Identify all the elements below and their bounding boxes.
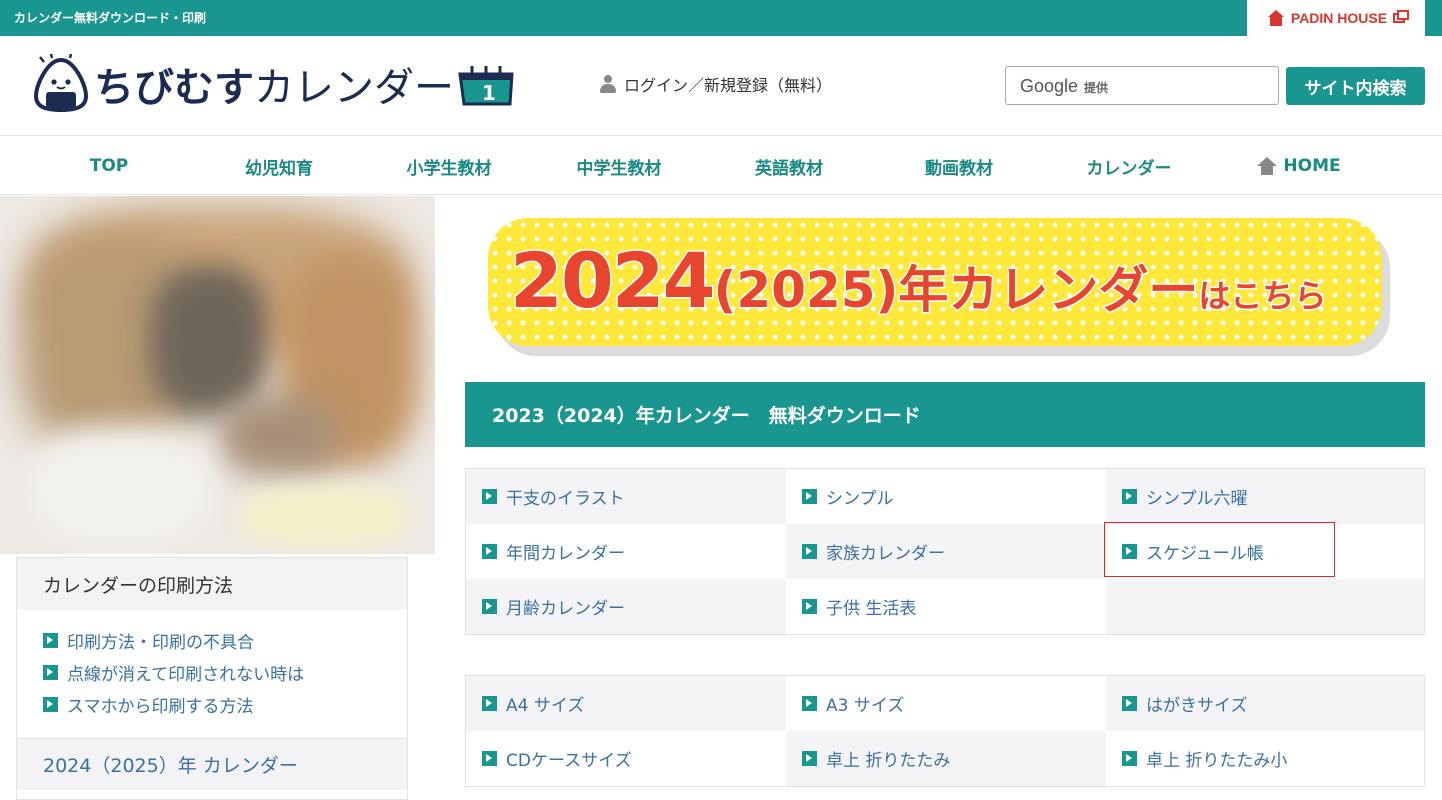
calendar-2024-link[interactable]: 2024（2025）年 カレンダー (17, 738, 407, 790)
site-logo[interactable]: ちびむすカレンダー 1 (30, 52, 514, 116)
arrow-right-icon (802, 544, 817, 559)
arrow-right-icon (802, 696, 817, 711)
nav-home-label: HOME (1283, 156, 1341, 176)
print-link-label: 印刷方法・印刷の不具合 (67, 632, 254, 653)
banner-year: 2024 (509, 235, 718, 327)
banner-tail: はこちら (1197, 276, 1328, 317)
calendar-2024-banner[interactable]: 2024(2025)年カレンダーはこちら (488, 218, 1396, 358)
nav-calendar[interactable]: カレンダー (1044, 137, 1214, 195)
banner-paren-year: (2025) (712, 260, 900, 321)
print-link-list: 印刷方法・印刷の不具合 点線が消えて印刷されない時は スマホから印刷する方法 (17, 610, 407, 720)
category-grid: 干支のイラスト シンプル シンプル六曜 年間カレンダー 家族カレンダー スケジュ… (465, 468, 1425, 635)
site-search-button[interactable]: サイト内検索 (1286, 67, 1425, 105)
arrow-right-icon (1122, 544, 1137, 559)
nav-infant[interactable]: 幼児知育 (194, 137, 364, 195)
top-bar: カレンダー無料ダウンロード・印刷 PADIN HOUSE (0, 0, 1442, 36)
size-label: CDケースサイズ (506, 751, 632, 771)
size-link[interactable]: CDケースサイズ (466, 731, 786, 786)
search-provider-suffix: 提供 (1084, 81, 1109, 95)
sidebar-photo (0, 196, 435, 554)
arrow-right-icon (43, 664, 58, 680)
logo-text: ちびむすカレンダー (94, 55, 454, 113)
category-link[interactable]: シンプル六曜 (1106, 469, 1424, 524)
category-link[interactable]: 子供 生活表 (786, 579, 1106, 634)
size-label: はがきサイズ (1146, 696, 1248, 716)
arrow-right-icon (43, 632, 58, 648)
category-label: 年間カレンダー (506, 544, 625, 564)
external-link-icon (1393, 10, 1410, 23)
arrow-right-icon (802, 599, 817, 614)
main-nav: TOP 幼児知育 小学生教材 中学生教材 英語教材 動画教材 カレンダー HOM… (0, 137, 1442, 195)
nav-home[interactable]: HOME (1214, 137, 1384, 195)
size-label: A3 サイズ (826, 696, 905, 716)
size-link[interactable]: A4 サイズ (466, 676, 786, 731)
arrow-right-icon (1122, 696, 1137, 711)
category-link-schedule-book[interactable]: スケジュール帳 (1106, 524, 1424, 579)
logo-bold-text: ちびむす (94, 65, 254, 111)
logo-light-text: カレンダー (254, 65, 454, 111)
calendar-icon: 1 (458, 66, 514, 106)
arrow-right-icon (802, 489, 817, 504)
arrow-right-icon (482, 696, 497, 711)
home-icon (1257, 157, 1278, 175)
category-link[interactable]: 年間カレンダー (466, 524, 786, 579)
category-label: シンプル (826, 489, 894, 509)
nav-junior-high[interactable]: 中学生教材 (534, 137, 704, 195)
category-label: 子供 生活表 (826, 599, 917, 619)
size-link[interactable]: はがきサイズ (1106, 676, 1424, 731)
size-label: 卓上 折りたたみ小 (1146, 751, 1288, 771)
site-header: ちびむすカレンダー 1 ログイン／新規登録（無料） Google 提供 サイト内検… (0, 36, 1442, 136)
padin-house-link[interactable]: PADIN HOUSE (1247, 0, 1425, 36)
size-label: A4 サイズ (506, 696, 585, 716)
arrow-right-icon (1122, 751, 1137, 766)
category-label: 月齢カレンダー (506, 599, 625, 619)
banner-text: 2024(2025)年カレンダーはこちら (509, 235, 1328, 327)
size-grid: A4 サイズ A3 サイズ はがきサイズ CDケースサイズ 卓上 折りたたみ 卓… (465, 675, 1425, 787)
category-label: 干支のイラスト (506, 489, 625, 509)
print-link-dotted-lines[interactable]: 点線が消えて印刷されない時は (43, 656, 407, 688)
size-label: 卓上 折りたたみ (826, 751, 951, 771)
print-link-smartphone[interactable]: スマホから印刷する方法 (43, 688, 407, 720)
nav-elementary[interactable]: 小学生教材 (364, 137, 534, 195)
arrow-right-icon (802, 751, 817, 766)
category-link[interactable]: 月齢カレンダー (466, 579, 786, 634)
section-title: 2023（2024）年カレンダー 無料ダウンロード (465, 382, 1425, 447)
category-label: 家族カレンダー (826, 544, 945, 564)
nav-top[interactable]: TOP (24, 137, 194, 195)
print-link-label: 点線が消えて印刷されない時は (67, 664, 305, 685)
user-icon (598, 74, 618, 94)
login-link[interactable]: ログイン／新規登録（無料） (598, 72, 832, 96)
search-provider: Google 提供 (1020, 76, 1108, 97)
arrow-right-icon (482, 751, 497, 766)
padin-house-label: PADIN HOUSE (1290, 10, 1388, 26)
print-link-troubleshooting[interactable]: 印刷方法・印刷の不具合 (43, 624, 407, 656)
arrow-right-icon (1122, 489, 1137, 504)
padin-house-logo-icon (1267, 10, 1285, 26)
category-link[interactable]: 家族カレンダー (786, 524, 1106, 579)
size-link[interactable]: A3 サイズ (786, 676, 1106, 731)
size-link[interactable]: 卓上 折りたたみ (786, 731, 1106, 786)
nav-english[interactable]: 英語教材 (704, 137, 874, 195)
category-link[interactable]: シンプル (786, 469, 1106, 524)
google-wordmark: Google (1020, 76, 1079, 96)
arrow-right-icon (43, 696, 58, 712)
category-link[interactable]: 干支のイラスト (466, 469, 786, 524)
empty-cell (1106, 579, 1424, 634)
search-input[interactable]: Google 提供 (1005, 66, 1279, 105)
arrow-right-icon (482, 544, 497, 559)
onigiri-mascot-icon (33, 54, 89, 113)
arrow-right-icon (482, 599, 497, 614)
category-label: シンプル六曜 (1146, 489, 1248, 509)
arrow-right-icon (482, 489, 497, 504)
nav-video[interactable]: 動画教材 (874, 137, 1044, 195)
banner-suffix: 年カレンダー (897, 260, 1200, 321)
size-link[interactable]: 卓上 折りたたみ小 (1106, 731, 1424, 786)
calendar-day-number: 1 (482, 81, 496, 105)
category-label: スケジュール帳 (1146, 544, 1264, 564)
print-link-label: スマホから印刷する方法 (67, 696, 254, 717)
sidebar-print-box: カレンダーの印刷方法 印刷方法・印刷の不具合 点線が消えて印刷されない時は スマ… (16, 557, 408, 800)
print-heading: カレンダーの印刷方法 (17, 558, 407, 610)
site-tagline: カレンダー無料ダウンロード・印刷 (14, 11, 207, 25)
login-label: ログイン／新規登録（無料） (624, 76, 833, 95)
